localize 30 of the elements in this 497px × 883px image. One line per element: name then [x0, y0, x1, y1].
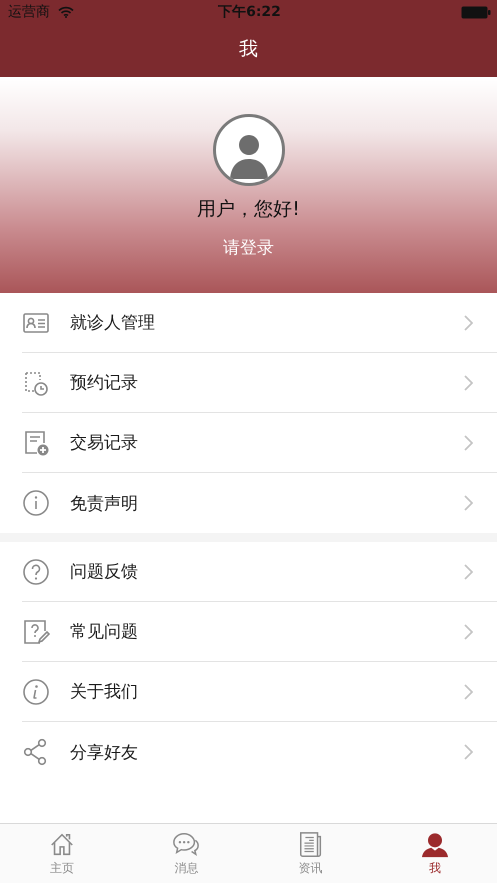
page-title: 我 [239, 36, 258, 62]
menu-item[interactable]: 分享好友 [22, 722, 497, 782]
menu-item[interactable]: 关于我们 [22, 662, 497, 722]
menu-item[interactable]: 问题反馈 [22, 542, 497, 602]
info-icon [22, 489, 50, 517]
status-time: 下午6:22 [218, 3, 281, 21]
menu-item[interactable]: 常见问题 [22, 602, 497, 662]
document-plus-icon [22, 428, 50, 456]
person-icon [420, 830, 449, 858]
chevron-right-icon [463, 624, 473, 640]
menu-item[interactable]: 就诊人管理 [22, 293, 497, 353]
carrier-name: 运营商 [8, 3, 50, 21]
menu-item[interactable]: 免责声明 [22, 473, 497, 533]
info-icon [22, 678, 50, 706]
chevron-right-icon [463, 314, 473, 330]
wifi-icon [58, 6, 74, 18]
chevron-right-icon [463, 744, 473, 760]
menu-item[interactable]: 交易记录 [22, 413, 497, 473]
question-pencil-icon [22, 618, 50, 646]
tab[interactable]: 我 [372, 824, 497, 883]
chevron-right-icon [463, 495, 473, 511]
menu-item[interactable]: 预约记录 [22, 353, 497, 413]
chevron-right-icon [463, 374, 473, 390]
battery-icon [461, 6, 492, 18]
greeting-text: 用户，您好! [197, 197, 300, 222]
chat-bubbles-icon [172, 830, 200, 858]
chevron-right-icon [463, 684, 473, 700]
chevron-right-icon [463, 434, 473, 450]
chevron-right-icon [463, 564, 473, 580]
help-icon [22, 558, 50, 586]
